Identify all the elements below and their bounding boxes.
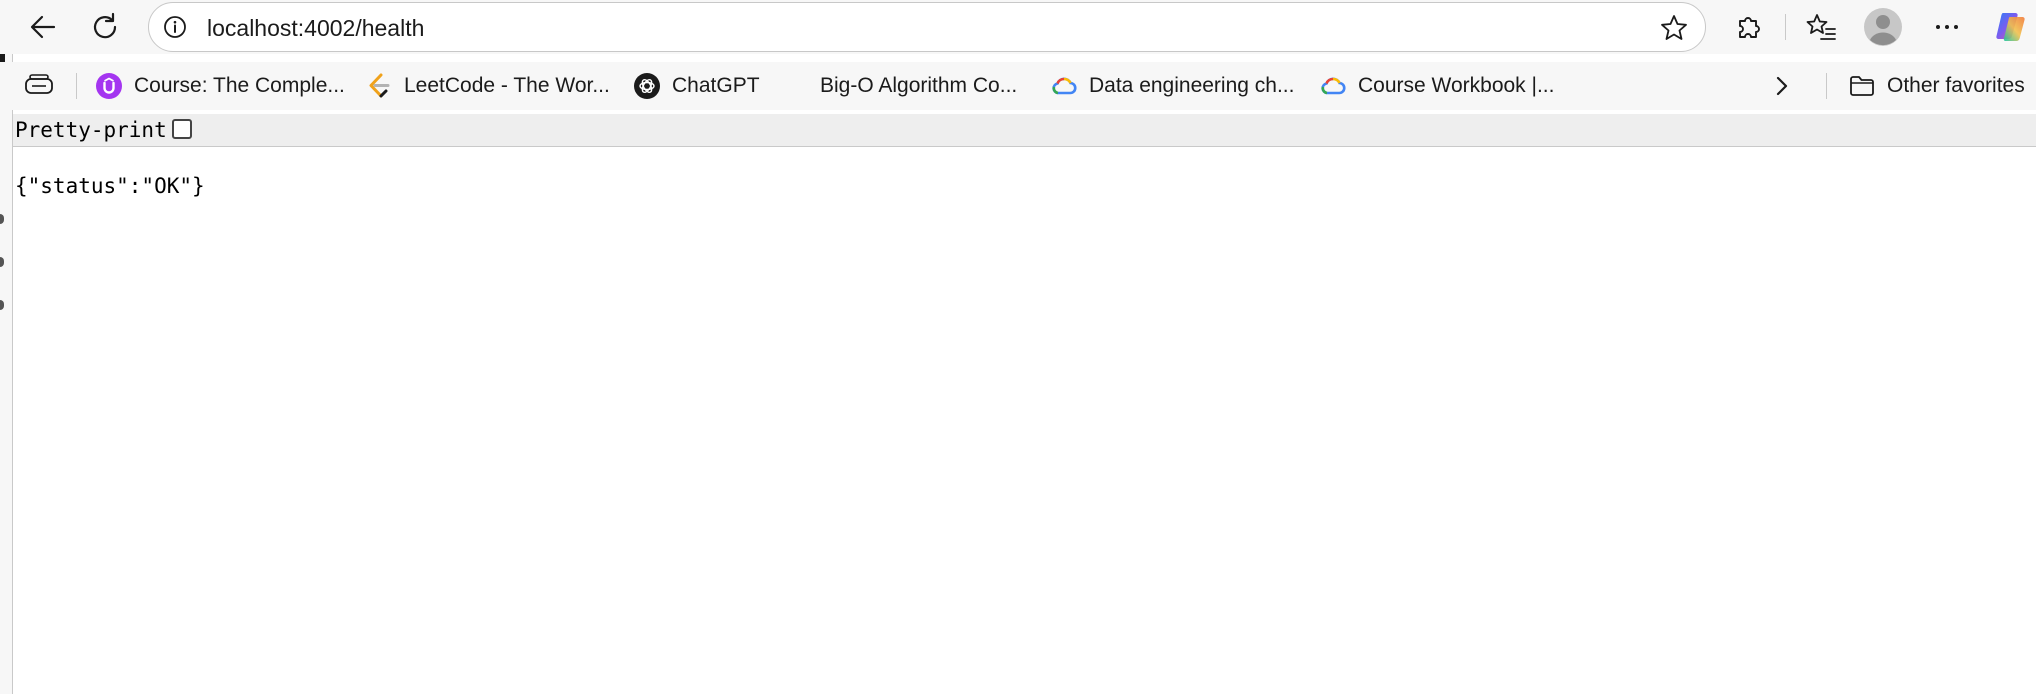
edge-marker xyxy=(0,300,4,310)
more-favorites-button[interactable] xyxy=(1772,69,1792,103)
chevron-right-icon xyxy=(1776,76,1788,96)
favbar-separator xyxy=(76,73,77,99)
favorites-button[interactable] xyxy=(1801,7,1841,47)
favorite-item-leetcode[interactable]: LeetCode - The Wor... xyxy=(366,69,610,103)
json-response-text: {"status":"OK"} xyxy=(15,174,205,198)
copilot-icon xyxy=(1996,13,2025,41)
site-info-icon[interactable] xyxy=(163,15,187,39)
pretty-print-checkbox[interactable] xyxy=(172,119,192,139)
chatgpt-icon xyxy=(634,73,660,99)
favorites-bar: Course: The Comple... LeetCode - The Wor… xyxy=(0,62,2036,110)
leetcode-icon xyxy=(369,73,390,98)
extensions-button[interactable] xyxy=(1729,7,1769,47)
favorite-label: Course Workbook |... xyxy=(1358,74,1555,97)
refresh-button[interactable] xyxy=(86,7,126,47)
settings-more-button[interactable] xyxy=(1927,7,1967,47)
favorite-item-chatgpt[interactable]: ChatGPT xyxy=(634,69,760,103)
favorite-label: Data engineering ch... xyxy=(1089,74,1295,97)
copilot-button[interactable] xyxy=(1991,7,2031,47)
folder-icon xyxy=(1850,76,1874,96)
toolbar-separator xyxy=(1785,14,1786,40)
pretty-print-bar: Pretty-print xyxy=(13,114,2036,147)
arrow-left-icon xyxy=(30,15,56,39)
favorite-label: Course: The Comple... xyxy=(134,74,345,97)
favbar-separator xyxy=(1826,73,1827,99)
favorite-label: LeetCode - The Wor... xyxy=(404,74,610,97)
favorite-item-course-workbook[interactable]: Course Workbook |... xyxy=(1320,69,1554,103)
google-cloud-icon xyxy=(1321,77,1346,95)
favorites-list-icon xyxy=(1806,14,1836,40)
refresh-icon xyxy=(93,12,117,39)
avatar xyxy=(1864,8,1902,46)
tab-actions-icon xyxy=(25,74,53,94)
back-button[interactable] xyxy=(23,7,63,47)
favorite-item-udemy-course[interactable]: Course: The Comple... xyxy=(96,69,345,103)
more-horizontal-icon xyxy=(1936,25,1958,29)
tab-actions-button[interactable] xyxy=(24,69,54,103)
pretty-print-label: Pretty-print xyxy=(15,118,167,142)
udemy-icon xyxy=(96,73,122,99)
favorite-item-data-engineering[interactable]: Data engineering ch... xyxy=(1051,69,1294,103)
edge-marker xyxy=(0,214,4,224)
edge-marker xyxy=(0,257,4,267)
other-favorites-label: Other favorites xyxy=(1887,74,2025,97)
profile-button[interactable] xyxy=(1863,7,1903,47)
other-favorites-button[interactable]: Other favorites xyxy=(1849,69,2025,103)
add-favorite-star-icon[interactable] xyxy=(1659,13,1689,43)
favorite-item-big-o[interactable]: Big-O Algorithm Co... xyxy=(820,69,1017,103)
puzzle-icon xyxy=(1739,17,1760,38)
favorite-label: Big-O Algorithm Co... xyxy=(820,74,1018,97)
browser-toolbar: localhost:4002/health xyxy=(0,0,2036,54)
favorite-label: ChatGPT xyxy=(672,74,760,97)
address-bar[interactable]: localhost:4002/health xyxy=(148,2,1706,52)
url-text[interactable]: localhost:4002/health xyxy=(207,15,424,41)
google-cloud-icon xyxy=(1052,77,1077,95)
